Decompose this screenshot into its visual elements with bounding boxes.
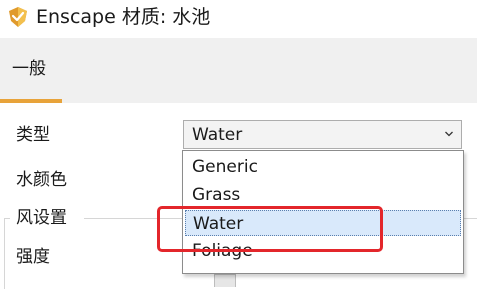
window-title: Enscape 材质: 水池 [36,6,211,28]
dropdown-option-grass[interactable]: Grass [185,182,461,208]
type-label: 类型 [16,125,50,145]
wind-settings-label: 风设置 [16,208,67,228]
dropdown-option-label: Water [193,214,244,234]
type-select[interactable]: Water [183,120,462,149]
tab-general[interactable]: 一般 [0,38,62,103]
title-bar: Enscape 材质: 水池 [0,0,477,38]
chevron-down-icon [445,131,453,137]
intensity-slider-handle[interactable] [214,274,236,287]
dropdown-option-label: Grass [192,185,241,205]
type-dropdown-list: Generic Grass Water Foliage [182,150,464,274]
dropdown-option-label: Generic [192,157,258,177]
dropdown-option-generic[interactable]: Generic [185,154,461,180]
material-settings-panel: 类型 水颜色 风设置 强度 Water Generic Grass Water … [0,103,477,289]
dropdown-option-foliage[interactable]: Foliage [185,238,461,264]
type-select-value: Water [192,125,243,145]
tab-strip: 一般 [0,38,477,103]
tab-general-label: 一般 [12,59,46,79]
dropdown-option-water[interactable]: Water [185,210,461,236]
enscape-logo-icon [9,7,27,27]
water-color-label: 水颜色 [16,170,67,190]
dropdown-option-label: Foliage [192,241,253,261]
intensity-label: 强度 [16,247,50,267]
